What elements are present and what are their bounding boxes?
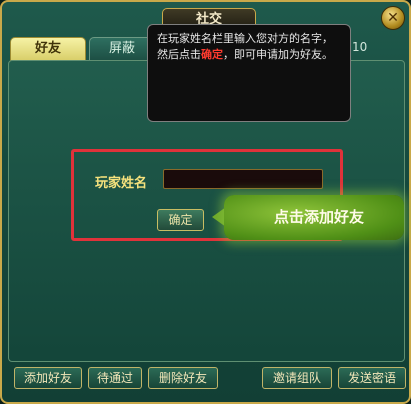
tooltip-text-after: ，即可申请加为好友。 [223, 48, 333, 61]
pending-button[interactable]: 待通过 [88, 367, 142, 389]
instruction-tooltip: 在玩家姓名栏里输入您对方的名字，然后点击确定，即可申请加为好友。 [147, 24, 351, 122]
send-whisper-button[interactable]: 发送密语 [338, 367, 406, 389]
tab-count: 10 [352, 40, 368, 54]
player-name-input[interactable] [163, 169, 323, 189]
social-window: 社交 ✕ 好友 屏蔽 10 在玩家姓名栏里输入您对方的名字，然后点击确定，即可申… [0, 0, 411, 404]
confirm-button[interactable]: 确定 [157, 209, 204, 231]
close-icon[interactable]: ✕ [381, 6, 405, 30]
tab-blocked[interactable]: 屏蔽 [89, 37, 155, 61]
delete-friend-button[interactable]: 删除好友 [148, 367, 218, 389]
add-friend-hint: 点击添加好友 [224, 195, 404, 240]
player-name-label: 玩家姓名 [95, 176, 148, 191]
tab-friends[interactable]: 好友 [10, 37, 86, 61]
add-friend-button[interactable]: 添加好友 [14, 367, 82, 389]
invite-team-button[interactable]: 邀请组队 [262, 367, 332, 389]
tooltip-highlight: 确定 [201, 48, 223, 61]
